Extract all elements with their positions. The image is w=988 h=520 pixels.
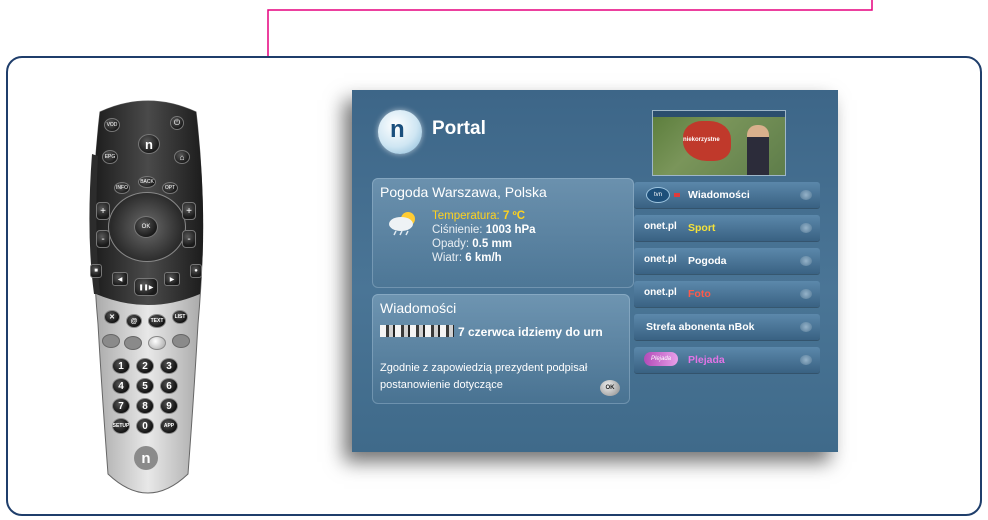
menu-item-plejada[interactable]: Plejada Plejada	[634, 347, 820, 373]
news-image-strip	[380, 325, 454, 337]
news-title: Wiadomości	[380, 300, 457, 316]
color-button-1[interactable]	[102, 334, 120, 348]
menu-item-label: Pogoda	[688, 255, 727, 267]
weather-panel[interactable]: Pogoda Warszawa, Polska Temperatura: 7 º…	[372, 178, 634, 288]
mute-icon: ✕	[109, 314, 115, 321]
digit-5-button[interactable]: 5	[136, 378, 154, 394]
color-button-4[interactable]	[172, 334, 190, 348]
rewind-icon: ◀	[117, 276, 123, 283]
digit-0-button[interactable]: 0	[136, 418, 154, 434]
menu-dot-icon	[800, 322, 812, 332]
remote-control: VOD ⏻ n EPG ⌂ INFO BACK OPT OK + + - - ■…	[86, 94, 210, 504]
digit-4-button[interactable]: 4	[112, 378, 130, 394]
channel-down-button[interactable]: -	[182, 230, 196, 248]
portal-title: Portal	[432, 118, 486, 139]
stop-button[interactable]: ■	[90, 264, 102, 278]
n-logo-icon: n	[378, 110, 422, 154]
menu-dot-icon	[800, 223, 812, 233]
weather-title: Pogoda Warszawa, Polska	[380, 184, 547, 200]
channel-up-button[interactable]: +	[182, 202, 196, 220]
tvn-logo-icon: tvn	[646, 187, 670, 203]
digit-2-button[interactable]: 2	[136, 358, 154, 374]
power-button[interactable]: ⏻	[170, 116, 184, 130]
forward-button[interactable]: ▶	[164, 272, 180, 286]
volume-down-button[interactable]: -	[96, 230, 110, 248]
tv-portal-screen: n Portal niekorzystne Pogoda Warszawa, P…	[352, 90, 838, 452]
thumbnail-caption: niekorzystne	[683, 137, 720, 143]
home-button[interactable]: ⌂	[174, 150, 190, 164]
menu-item-label: Wiadomości	[688, 189, 750, 201]
onet-logo: onet.pl	[644, 254, 677, 265]
weather-video-thumbnail[interactable]: niekorzystne	[652, 110, 786, 176]
record-icon: ●	[194, 268, 198, 274]
rain-row: Opady: 0.5 mm	[432, 238, 512, 250]
menu-item-label: Sport	[688, 222, 716, 234]
volume-up-button[interactable]: +	[96, 202, 110, 220]
menu-item-wiadomosci[interactable]: tvn Wiadomości	[634, 182, 820, 208]
rewind-button[interactable]: ◀	[112, 272, 128, 286]
cloud-rain-icon	[389, 212, 415, 236]
menu-item-label: Foto	[688, 288, 711, 300]
back-button[interactable]: BACK	[138, 176, 156, 188]
home-icon: ⌂	[179, 152, 185, 162]
vod-button[interactable]: VOD	[104, 118, 120, 132]
remote-n-logo: n	[134, 446, 158, 470]
digit-7-button[interactable]: 7	[112, 398, 130, 414]
digit-6-button[interactable]: 6	[160, 378, 178, 394]
menu-item-strefa-abonenta[interactable]: Strefa abonenta nBok	[634, 314, 820, 340]
digit-1-button[interactable]: 1	[112, 358, 130, 374]
menu-dot-icon	[800, 355, 812, 365]
color-button-3[interactable]	[148, 336, 166, 350]
red-tag-icon	[674, 193, 680, 197]
app-button[interactable]: APP	[160, 418, 178, 434]
menu-item-foto[interactable]: onet.pl Foto	[634, 281, 820, 307]
forward-icon: ▶	[169, 276, 175, 283]
news-headline: 7 czerwca idziemy do urn	[380, 324, 620, 340]
n-logo-button[interactable]: n	[138, 134, 160, 154]
list-button[interactable]: LIST	[172, 310, 188, 324]
menu-item-label: Plejada	[688, 354, 725, 366]
menu-dot-icon	[800, 190, 812, 200]
presenter-figure	[747, 125, 769, 175]
menu-dot-icon	[800, 289, 812, 299]
menu-dot-icon	[800, 256, 812, 266]
plejada-logo: Plejada	[644, 352, 678, 366]
temperature-row: Temperatura: 7 ºC	[432, 210, 526, 222]
text-button[interactable]: TEXT	[148, 314, 166, 328]
onet-logo: onet.pl	[644, 287, 677, 298]
wind-row: Wiatr: 6 km/h	[432, 252, 502, 264]
news-body: Zgodnie z zapowiedzią prezydent podpisał…	[380, 362, 588, 391]
onet-logo: onet.pl	[644, 221, 677, 232]
ok-badge[interactable]: OK	[600, 380, 620, 396]
mute-button[interactable]: ✕	[104, 310, 120, 324]
news-panel[interactable]: Wiadomości 7 czerwca idziemy do urn Zgod…	[372, 294, 630, 404]
menu-item-sport[interactable]: onet.pl Sport	[634, 215, 820, 241]
digit-8-button[interactable]: 8	[136, 398, 154, 414]
record-button[interactable]: ●	[190, 264, 202, 278]
play-pause-icon: ❚❚▶	[138, 284, 154, 291]
thumbnail-top-bar	[653, 111, 785, 117]
menu-item-pogoda[interactable]: onet.pl Pogoda	[634, 248, 820, 274]
digit-9-button[interactable]: 9	[160, 398, 178, 414]
play-pause-button[interactable]: ❚❚▶	[134, 278, 158, 296]
info-button[interactable]: INFO	[114, 182, 130, 194]
ok-button[interactable]: OK	[134, 216, 158, 238]
menu-item-label: Strefa abonenta nBok	[646, 321, 755, 333]
pressure-row: Ciśnienie: 1003 hPa	[432, 224, 536, 236]
at-button[interactable]: @	[126, 314, 142, 328]
power-icon: ⏻	[173, 118, 181, 127]
color-button-2[interactable]	[124, 336, 142, 350]
epg-button[interactable]: EPG	[102, 150, 118, 164]
digit-3-button[interactable]: 3	[160, 358, 178, 374]
setup-button[interactable]: SETUP	[112, 418, 130, 434]
stop-icon: ■	[94, 268, 98, 274]
opt-button[interactable]: OPT	[162, 182, 178, 194]
